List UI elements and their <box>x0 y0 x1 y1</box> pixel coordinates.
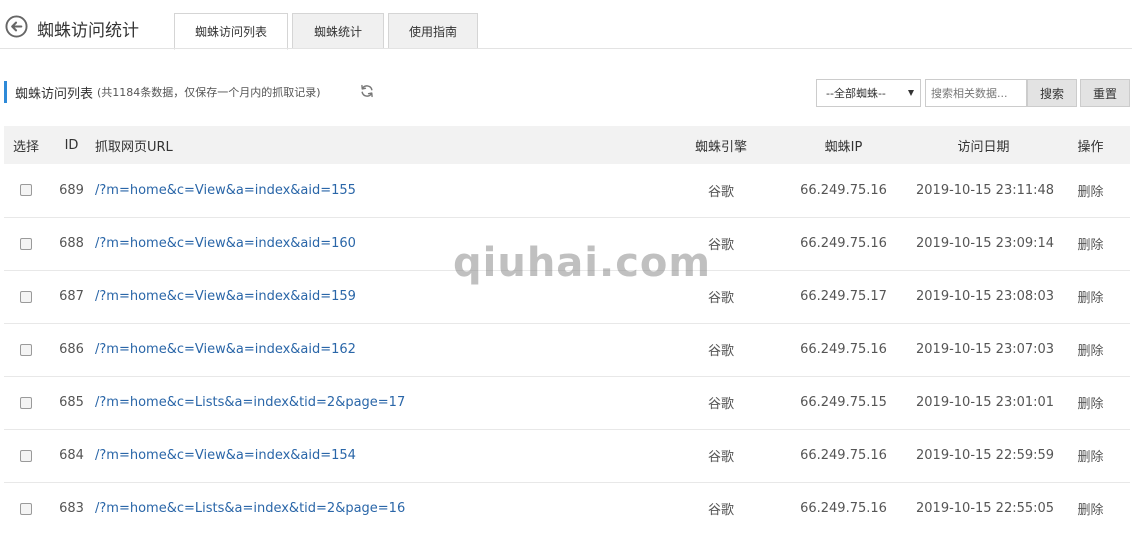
row-delete-button[interactable]: 删除 <box>1051 376 1130 430</box>
row-date: 2019-10-15 23:01:01 <box>916 376 1054 430</box>
table-row: 683 /?m=home&c=Lists&a=index&tid=2&page=… <box>4 482 1130 535</box>
refresh-icon[interactable] <box>360 84 374 98</box>
row-engine: 谷歌 <box>671 164 771 218</box>
row-id: 684 <box>48 429 95 483</box>
row-id: 683 <box>59 501 84 517</box>
list-subtitle: (共1184条数据，仅保存一个月内的抓取记录) <box>97 86 321 99</box>
row-id: 687 <box>48 270 95 324</box>
back-arrow-icon[interactable] <box>5 15 28 38</box>
row-date: 2019-10-15 23:09:14 <box>916 217 1054 271</box>
row-ip: 66.249.75.15 <box>771 376 916 430</box>
column-header-url: 抓取网页URL <box>95 139 173 155</box>
list-title: 蜘蛛访问列表 <box>15 86 94 102</box>
row-url-link[interactable]: /?m=home&c=View&a=index&aid=154 <box>95 429 671 483</box>
row-delete-button[interactable]: 删除 <box>1051 323 1130 377</box>
row-checkbox[interactable] <box>20 237 32 250</box>
spider-filter-value: --全部蜘蛛-- <box>826 87 886 100</box>
row-ip: 66.249.75.16 <box>771 323 916 377</box>
row-id: 688 <box>48 217 95 271</box>
table-row: 687 /?m=home&c=View&a=index&aid=159 谷歌 6… <box>4 270 1130 324</box>
row-id: 689 <box>48 164 95 218</box>
row-ip: 66.249.75.16 <box>771 217 916 271</box>
spider-filter-select[interactable]: --全部蜘蛛-- <box>816 79 921 107</box>
row-delete-button[interactable]: 删除 <box>1051 482 1130 535</box>
row-engine: 谷歌 <box>671 217 771 271</box>
divider <box>0 48 1132 49</box>
column-header-select: 选择 <box>12 139 39 155</box>
search-input[interactable] <box>925 79 1027 107</box>
row-engine: 谷歌 <box>707 503 734 519</box>
row-ip: 66.249.75.17 <box>771 270 916 324</box>
row-url-link[interactable]: /?m=home&c=View&a=index&aid=162 <box>95 323 671 377</box>
row-checkbox[interactable] <box>20 396 32 409</box>
page-title: 蜘蛛访问统计 <box>37 21 139 41</box>
row-delete-button[interactable]: 删除 <box>1051 429 1130 483</box>
tab-spider-stats[interactable]: 蜘蛛统计 <box>292 13 384 49</box>
search-button[interactable]: 搜索 <box>1027 79 1077 107</box>
row-date: 2019-10-15 22:55:05 <box>916 501 1055 517</box>
row-delete-button[interactable]: 删除 <box>1051 270 1130 324</box>
row-id: 686 <box>48 323 95 377</box>
top-bar: 蜘蛛访问统计 蜘蛛访问列表 蜘蛛统计 使用指南 <box>0 0 1142 50</box>
row-engine: 谷歌 <box>671 429 771 483</box>
tab-usage-guide[interactable]: 使用指南 <box>388 13 478 49</box>
row-checkbox[interactable] <box>20 343 32 356</box>
column-header-ip: 蜘蛛IP <box>824 139 863 155</box>
row-delete-button[interactable]: 删除 <box>1051 217 1130 271</box>
column-header-id: ID <box>64 137 79 153</box>
row-ip: 66.249.75.16 <box>800 501 887 517</box>
row-url-link[interactable]: /?m=home&c=View&a=index&aid=160 <box>95 217 671 271</box>
row-engine: 谷歌 <box>671 323 771 377</box>
table-row: 686 /?m=home&c=View&a=index&aid=162 谷歌 6… <box>4 323 1130 377</box>
table-row: 688 /?m=home&c=View&a=index&aid=160 谷歌 6… <box>4 217 1130 271</box>
row-id: 685 <box>48 376 95 430</box>
row-date: 2019-10-15 23:07:03 <box>916 323 1054 377</box>
list-heading: 蜘蛛访问列表 (共1184条数据，仅保存一个月内的抓取记录) <box>4 81 321 103</box>
row-url-link[interactable]: /?m=home&c=View&a=index&aid=155 <box>95 164 671 218</box>
row-checkbox[interactable] <box>20 449 32 462</box>
reset-button[interactable]: 重置 <box>1080 79 1130 107</box>
spider-visit-table: 选择 ID 抓取网页URL 蜘蛛引擎 蜘蛛IP 访问日期 操作 689 /?m=… <box>4 126 1130 535</box>
row-url-link[interactable]: /?m=home&c=View&a=index&aid=159 <box>95 270 671 324</box>
row-url-link[interactable]: /?m=home&c=Lists&a=index&tid=2&page=16 <box>95 482 671 535</box>
column-header-date: 访问日期 <box>957 139 1010 155</box>
table-header-row: 选择 ID 抓取网页URL 蜘蛛引擎 蜘蛛IP 访问日期 操作 <box>4 126 1130 164</box>
row-url-link[interactable]: /?m=home&c=Lists&a=index&tid=2&page=17 <box>95 376 671 430</box>
row-delete-button[interactable]: 删除 <box>1051 164 1130 218</box>
table-row: 684 /?m=home&c=View&a=index&aid=154 谷歌 6… <box>4 429 1130 483</box>
row-ip: 66.249.75.16 <box>771 164 916 218</box>
caret-down-icon <box>908 90 914 96</box>
tab-spider-visit-list[interactable]: 蜘蛛访问列表 <box>174 13 288 50</box>
table-row: 689 /?m=home&c=View&a=index&aid=155 谷歌 6… <box>4 164 1130 218</box>
column-header-action: 操作 <box>1077 139 1104 155</box>
row-checkbox[interactable] <box>20 184 32 197</box>
tab-bar: 蜘蛛访问列表 蜘蛛统计 使用指南 <box>174 13 482 50</box>
row-engine: 谷歌 <box>671 270 771 324</box>
row-checkbox[interactable] <box>20 290 32 303</box>
column-header-engine: 蜘蛛引擎 <box>694 139 747 155</box>
row-date: 2019-10-15 23:08:03 <box>916 270 1054 324</box>
row-date: 2019-10-15 23:11:48 <box>916 164 1054 218</box>
row-date: 2019-10-15 22:59:59 <box>916 429 1054 483</box>
row-engine: 谷歌 <box>671 376 771 430</box>
list-toolbar: 蜘蛛访问列表 (共1184条数据，仅保存一个月内的抓取记录) --全部蜘蛛-- … <box>4 79 1130 107</box>
table-row: 685 /?m=home&c=Lists&a=index&tid=2&page=… <box>4 376 1130 430</box>
row-checkbox[interactable] <box>20 502 32 515</box>
row-ip: 66.249.75.16 <box>771 429 916 483</box>
